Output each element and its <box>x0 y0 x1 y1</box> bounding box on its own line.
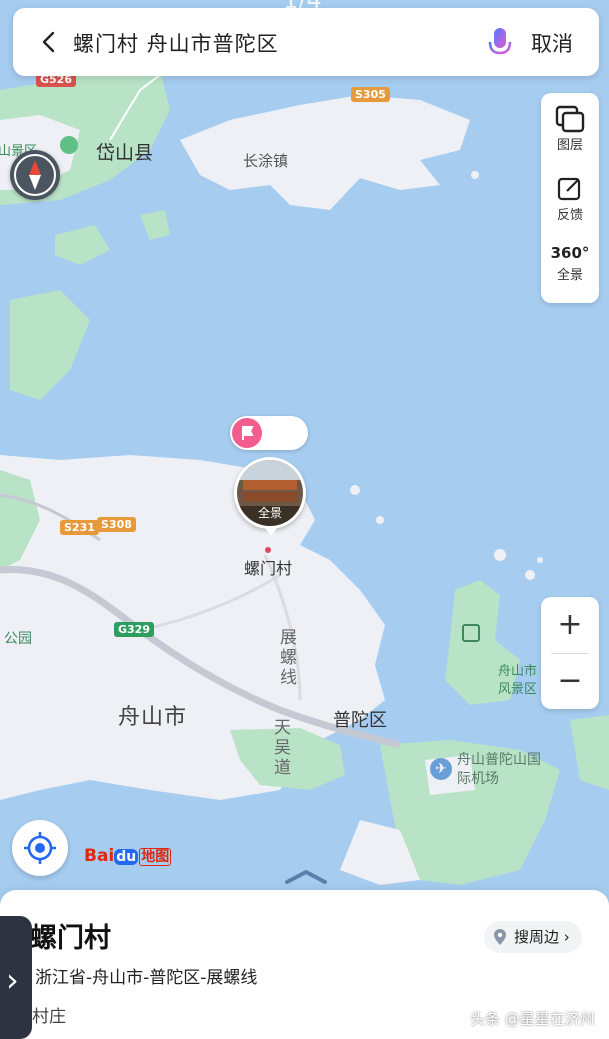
map-label-daishan: 岱山县 <box>96 142 154 164</box>
village-marker-dot <box>265 547 271 553</box>
locate-button[interactable] <box>12 820 68 876</box>
map-label-zhoushan: 舟山市 <box>118 705 188 730</box>
road-badge-s308: S308 <box>97 517 136 532</box>
back-arrow-icon[interactable] <box>37 30 61 54</box>
search-bar[interactable]: 螺门村 舟山市普陀区 取消 <box>13 8 599 76</box>
panorama-bubble[interactable]: 全景 <box>234 457 306 536</box>
layers-button[interactable]: 图层 <box>541 105 599 153</box>
zoom-in-button[interactable]: + <box>541 597 599 653</box>
place-address: 浙江省-舟山市-普陀区-展螺线 <box>35 968 258 988</box>
map-label-road-tianwu: 天吴道 <box>274 718 291 778</box>
nearby-label: 搜周边 <box>514 928 560 946</box>
feedback-button[interactable]: 反馈 <box>541 175 599 223</box>
village-marker-label[interactable]: 螺门村 <box>244 555 292 579</box>
panorama-360-icon: 360° <box>550 244 590 262</box>
map-label-putuo: 普陀区 <box>333 710 387 731</box>
place-name: 螺门村 <box>30 923 111 954</box>
map-label-airport: 舟山普陀山国际机场 <box>457 752 541 787</box>
microphone-icon[interactable] <box>484 24 516 64</box>
location-pin-icon <box>494 929 506 945</box>
panorama-bubble-label: 全景 <box>257 506 282 520</box>
cancel-button[interactable]: 取消 <box>531 28 573 58</box>
map-label-changtu: 长涂镇 <box>243 152 289 170</box>
layers-icon <box>555 105 585 133</box>
side-panel-tab[interactable]: › <box>0 916 32 1039</box>
zoom-out-button[interactable]: − <box>541 653 599 709</box>
panorama-label: 全景 <box>556 268 583 283</box>
feedback-label: 反馈 <box>556 208 583 223</box>
scenic-icon <box>462 624 480 642</box>
road-badge-g329: G329 <box>114 622 154 637</box>
road-badge-s305: S305 <box>351 87 390 102</box>
nearby-search-button[interactable]: 搜周边 › <box>484 921 582 953</box>
place-category: 村庄 <box>32 1007 66 1027</box>
map-label-scenic-right: 舟山市风景区 <box>498 664 538 697</box>
chevron-right-icon: › <box>6 961 19 999</box>
search-query[interactable]: 螺门村 舟山市普陀区 <box>73 28 279 58</box>
map-label-park: 公园 <box>4 631 32 647</box>
flag-icon <box>232 418 262 448</box>
road-badge-s231: S231 <box>60 520 99 535</box>
map-label-road-zhanluo: 展螺线 <box>280 628 297 688</box>
airport-icon: ✈ <box>430 758 452 780</box>
flag-toggle[interactable] <box>230 416 308 450</box>
scenic-icon-top <box>60 136 78 154</box>
zoom-control: + − <box>541 597 599 709</box>
panorama-button[interactable]: 360° 全景 <box>541 243 599 283</box>
map-toolbar: 图层 反馈 360° 全景 <box>541 93 599 303</box>
layers-label: 图层 <box>556 138 583 153</box>
baidu-map-logo: Bai du 地图 <box>84 846 172 866</box>
expand-chevron-icon[interactable] <box>283 866 329 886</box>
compass-icon[interactable] <box>10 150 60 200</box>
crosshair-icon <box>24 832 56 864</box>
feedback-icon <box>557 177 581 201</box>
panorama-thumbnail: 全景 <box>237 460 303 526</box>
watermark: 头条 @星星在济州 <box>470 1010 595 1028</box>
place-card[interactable]: 螺门村 搜周边 › 浙江省-舟山市-普陀区-展螺线 村庄 › 头条 @星星在济州 <box>0 870 609 1039</box>
